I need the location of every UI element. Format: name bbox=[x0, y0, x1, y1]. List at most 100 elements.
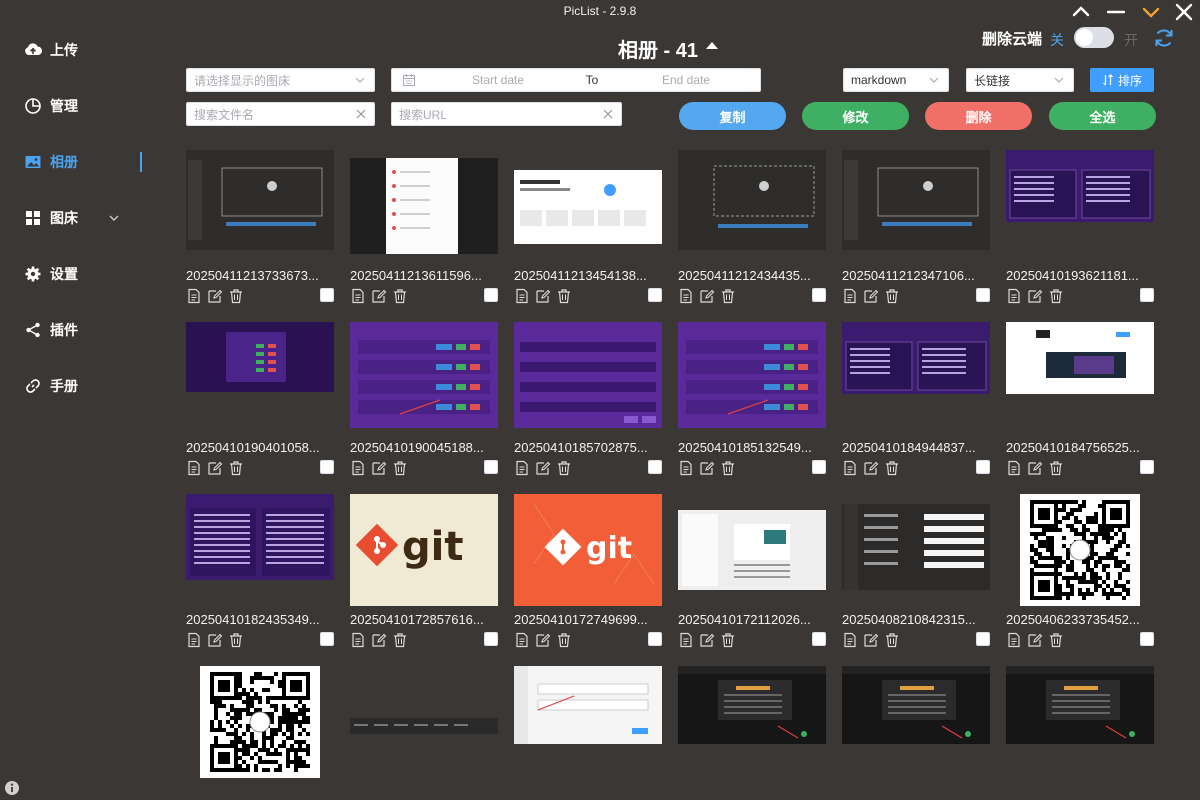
trash-icon[interactable] bbox=[556, 288, 572, 304]
trash-icon[interactable] bbox=[1048, 460, 1064, 476]
select-checkbox[interactable] bbox=[976, 288, 990, 302]
image-thumbnail[interactable] bbox=[350, 322, 498, 434]
select-checkbox[interactable] bbox=[812, 632, 826, 646]
edit-icon[interactable] bbox=[863, 632, 879, 648]
trash-icon[interactable] bbox=[1048, 288, 1064, 304]
trash-icon[interactable] bbox=[228, 460, 244, 476]
trash-icon[interactable] bbox=[228, 288, 244, 304]
edit-icon[interactable] bbox=[207, 288, 223, 304]
document-icon[interactable] bbox=[514, 460, 530, 476]
image-thumbnail[interactable] bbox=[842, 666, 990, 778]
document-icon[interactable] bbox=[514, 288, 530, 304]
image-thumbnail[interactable] bbox=[514, 150, 662, 262]
select-checkbox[interactable] bbox=[976, 460, 990, 474]
select-checkbox[interactable] bbox=[812, 288, 826, 302]
edit-icon[interactable] bbox=[1027, 288, 1043, 304]
chevron-down-icon[interactable] bbox=[1140, 2, 1162, 22]
image-thumbnail[interactable] bbox=[1006, 494, 1154, 606]
refresh-icon[interactable] bbox=[1153, 27, 1175, 49]
image-thumbnail[interactable] bbox=[514, 322, 662, 434]
select-checkbox[interactable] bbox=[812, 460, 826, 474]
image-thumbnail[interactable] bbox=[1006, 666, 1154, 778]
edit-icon[interactable] bbox=[535, 460, 551, 476]
document-icon[interactable] bbox=[842, 288, 858, 304]
image-thumbnail[interactable] bbox=[678, 494, 826, 606]
format-select[interactable]: markdown bbox=[843, 68, 949, 92]
select-checkbox[interactable] bbox=[648, 288, 662, 302]
edit-icon[interactable] bbox=[1027, 632, 1043, 648]
image-thumbnail[interactable] bbox=[842, 322, 990, 434]
image-thumbnail[interactable]: git bbox=[514, 494, 662, 606]
delete-button[interactable]: 删除 bbox=[925, 102, 1032, 130]
trash-icon[interactable] bbox=[556, 460, 572, 476]
document-icon[interactable] bbox=[514, 632, 530, 648]
sidebar-item-manage[interactable]: 管理 bbox=[0, 86, 150, 126]
collapse-up-icon[interactable] bbox=[1070, 2, 1092, 22]
document-icon[interactable] bbox=[1006, 460, 1022, 476]
trash-icon[interactable] bbox=[884, 460, 900, 476]
image-thumbnail[interactable] bbox=[186, 322, 334, 434]
document-icon[interactable] bbox=[678, 632, 694, 648]
edit-icon[interactable] bbox=[207, 632, 223, 648]
select-checkbox[interactable] bbox=[484, 460, 498, 474]
trash-icon[interactable] bbox=[392, 288, 408, 304]
image-thumbnail[interactable] bbox=[514, 666, 662, 778]
picbed-select[interactable]: 请选择显示的图床 bbox=[186, 68, 375, 92]
copy-button[interactable]: 复制 bbox=[679, 102, 786, 130]
edit-icon[interactable] bbox=[699, 288, 715, 304]
edit-icon[interactable] bbox=[371, 632, 387, 648]
sidebar-item-settings[interactable]: 设置 bbox=[0, 254, 150, 294]
select-checkbox[interactable] bbox=[1140, 288, 1154, 302]
info-icon[interactable] bbox=[4, 780, 20, 796]
minimize-icon[interactable] bbox=[1105, 2, 1127, 22]
edit-icon[interactable] bbox=[699, 460, 715, 476]
image-thumbnail[interactable] bbox=[186, 666, 334, 778]
url-search-input[interactable]: 搜索URL bbox=[391, 102, 622, 126]
edit-icon[interactable] bbox=[1027, 460, 1043, 476]
sidebar-item-album[interactable]: 相册 bbox=[0, 142, 150, 182]
sort-button[interactable]: 排序 bbox=[1090, 68, 1154, 92]
document-icon[interactable] bbox=[350, 632, 366, 648]
select-checkbox[interactable] bbox=[484, 632, 498, 646]
image-thumbnail[interactable] bbox=[842, 150, 990, 262]
trash-icon[interactable] bbox=[1048, 632, 1064, 648]
image-thumbnail[interactable] bbox=[350, 150, 498, 262]
image-thumbnail[interactable] bbox=[350, 666, 498, 778]
trash-icon[interactable] bbox=[556, 632, 572, 648]
image-thumbnail[interactable]: git bbox=[350, 494, 498, 606]
select-checkbox[interactable] bbox=[976, 632, 990, 646]
clear-icon[interactable] bbox=[356, 109, 366, 119]
edit-icon[interactable] bbox=[863, 288, 879, 304]
select-checkbox[interactable] bbox=[648, 460, 662, 474]
image-thumbnail[interactable] bbox=[842, 494, 990, 606]
image-thumbnail[interactable] bbox=[1006, 322, 1154, 434]
trash-icon[interactable] bbox=[720, 632, 736, 648]
select-checkbox[interactable] bbox=[320, 632, 334, 646]
document-icon[interactable] bbox=[842, 632, 858, 648]
select-checkbox[interactable] bbox=[1140, 460, 1154, 474]
trash-icon[interactable] bbox=[720, 460, 736, 476]
select-all-button[interactable]: 全选 bbox=[1049, 102, 1156, 130]
document-icon[interactable] bbox=[350, 288, 366, 304]
trash-icon[interactable] bbox=[720, 288, 736, 304]
edit-icon[interactable] bbox=[535, 288, 551, 304]
clear-icon[interactable] bbox=[603, 109, 613, 119]
end-date-input[interactable]: End date bbox=[612, 73, 760, 87]
select-checkbox[interactable] bbox=[484, 288, 498, 302]
document-icon[interactable] bbox=[1006, 288, 1022, 304]
document-icon[interactable] bbox=[678, 288, 694, 304]
image-thumbnail[interactable] bbox=[186, 494, 334, 606]
link-type-select[interactable]: 长链接 bbox=[966, 68, 1074, 92]
image-thumbnail[interactable] bbox=[678, 666, 826, 778]
edit-button[interactable]: 修改 bbox=[802, 102, 909, 130]
document-icon[interactable] bbox=[186, 288, 202, 304]
edit-icon[interactable] bbox=[699, 632, 715, 648]
document-icon[interactable] bbox=[350, 460, 366, 476]
document-icon[interactable] bbox=[1006, 632, 1022, 648]
select-checkbox[interactable] bbox=[648, 632, 662, 646]
caret-up-icon[interactable] bbox=[705, 40, 719, 50]
trash-icon[interactable] bbox=[392, 632, 408, 648]
sidebar-item-manual[interactable]: 手册 bbox=[0, 366, 150, 406]
document-icon[interactable] bbox=[186, 460, 202, 476]
image-thumbnail[interactable] bbox=[186, 150, 334, 262]
